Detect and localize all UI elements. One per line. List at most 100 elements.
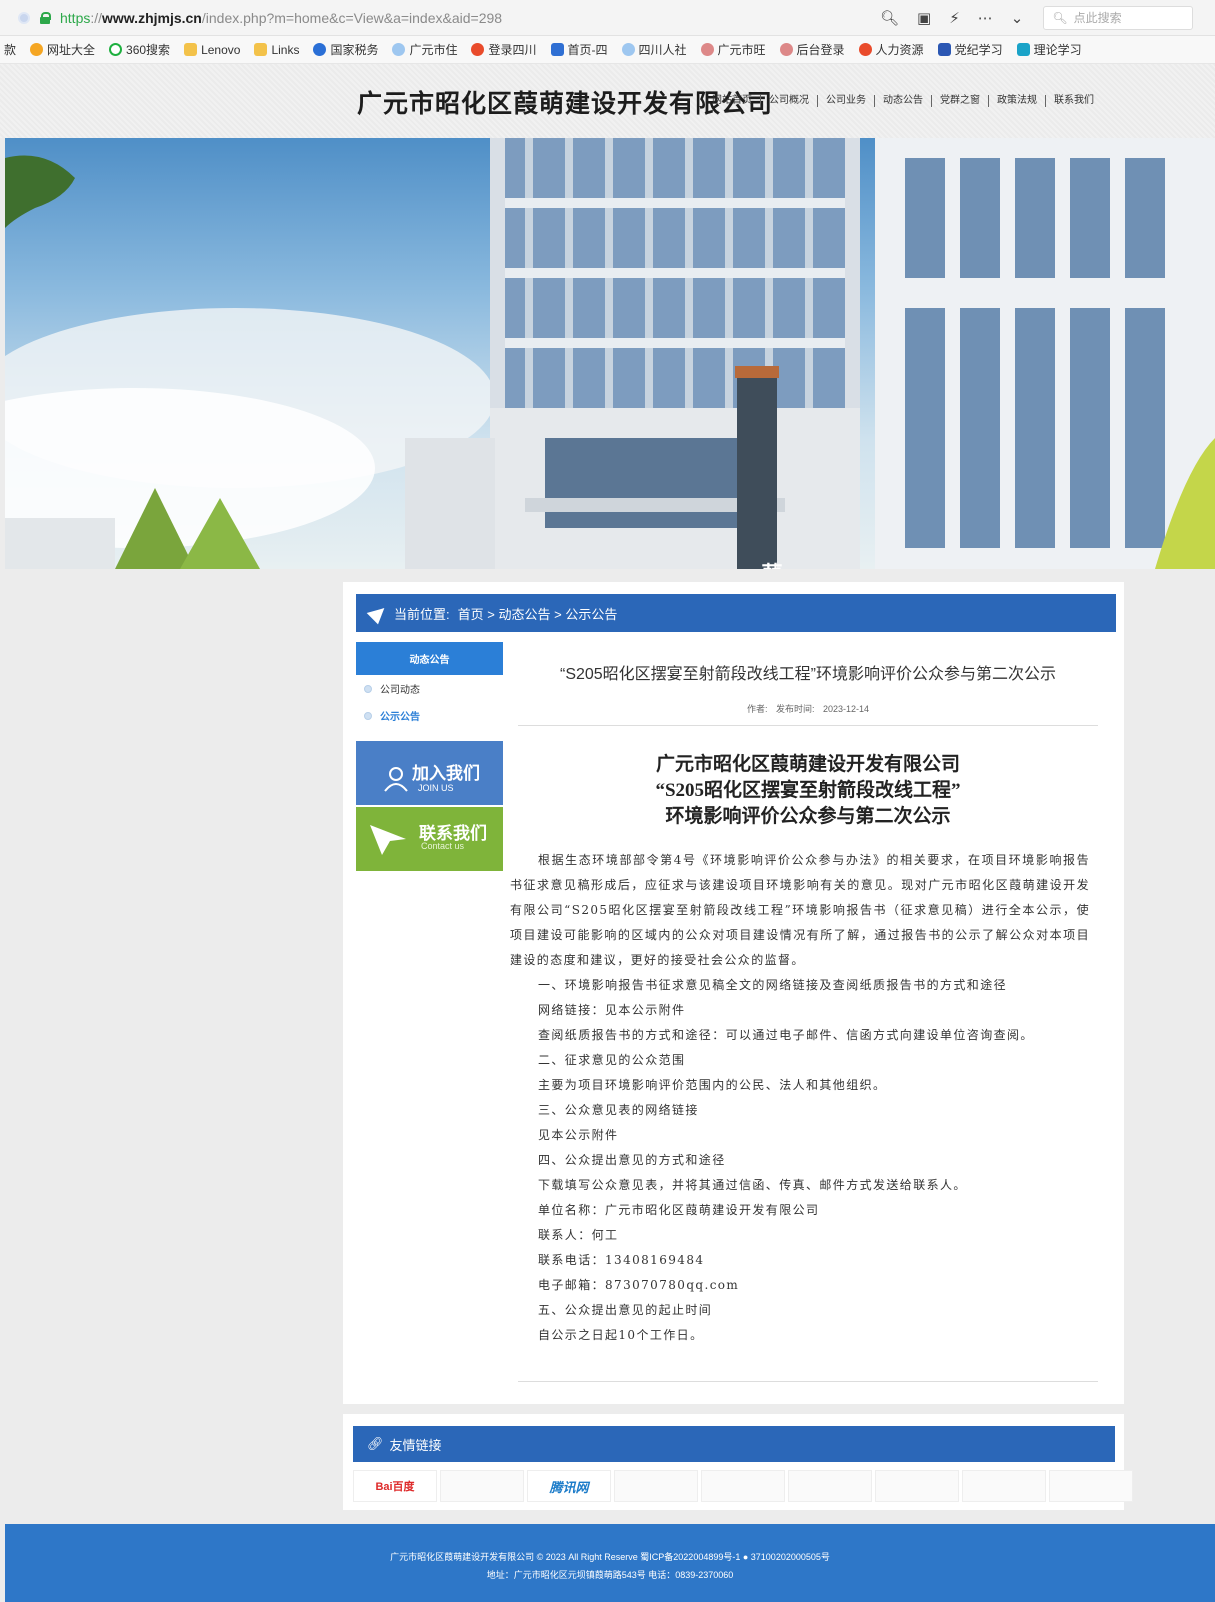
- breadcrumb-links: 首页 > 动态公告 > 公示公告: [458, 604, 618, 623]
- friendly-links-panel: 🔗︎ 友情链接 Bai百度 腾讯网: [343, 1414, 1133, 1510]
- bookmark-item[interactable]: Links: [254, 43, 299, 57]
- chevron-down-icon[interactable]: ⌄: [1011, 9, 1024, 27]
- bookmark-item[interactable]: 理论学习: [1016, 41, 1082, 58]
- breadcrumb-separator: >: [487, 606, 495, 622]
- site-title: 广元市昭化区葭萌建设开发有限公司: [357, 91, 774, 118]
- bookmark-label: Links: [271, 42, 300, 57]
- bookmark-label: 360搜索: [126, 43, 171, 57]
- site-footer: 广元市昭化区葭萌建设开发有限公司 © 2023 All Right Reserv…: [5, 1524, 1215, 1602]
- bookmark-item[interactable]: Lenovo: [184, 43, 240, 57]
- document-line: 一、环境影响报告书征求意见稿全文的网络链接及查阅纸质报告书的方式和途径: [538, 978, 1008, 992]
- building-sign: 葭 萌 大 厦: [757, 558, 787, 569]
- bookmark-item[interactable]: 款: [4, 41, 16, 58]
- bookmark-item[interactable]: 登录四川: [471, 41, 537, 58]
- document-intro: 根据生态环境部部令第4号《环境影响评价公众参与办法》的相关要求，在项目环境影响报…: [510, 853, 1090, 967]
- hero-banner: 葭 萌 大 厦: [5, 138, 1215, 569]
- baidu-link[interactable]: Bai百度: [353, 1470, 437, 1502]
- partner-link[interactable]: [440, 1470, 524, 1502]
- article-author: 作者:: [746, 704, 768, 714]
- sign-char: 葭: [757, 558, 787, 569]
- nav-news[interactable]: 动态公告: [874, 95, 931, 107]
- bookmark-item[interactable]: 国家税务: [313, 41, 378, 58]
- breadcrumb-notices[interactable]: 公示公告: [565, 607, 617, 622]
- contact-us-sublabel: Contact us: [421, 841, 465, 851]
- partner-link[interactable]: [701, 1470, 785, 1502]
- bookmark-item[interactable]: 首页-四: [550, 41, 608, 58]
- folder-icon: [184, 43, 198, 56]
- document-line: 网络链接：见本公示附件: [538, 1003, 686, 1017]
- partner-link[interactable]: [875, 1470, 959, 1502]
- document-body: 根据生态环境部部令第4号《环境影响评价公众参与办法》的相关要求，在项目环境影响报…: [510, 848, 1090, 1348]
- nav-business[interactable]: 公司业务: [817, 95, 874, 107]
- link-icon: 🔗︎: [367, 1436, 384, 1451]
- nav-party[interactable]: 党群之窗: [931, 95, 988, 107]
- partner-link[interactable]: [614, 1470, 698, 1502]
- bookmark-icon: [858, 43, 872, 56]
- building-illustration: [5, 138, 1215, 569]
- breadcrumb-news[interactable]: 动态公告: [498, 607, 550, 622]
- bookmark-label: 人力资源: [875, 43, 924, 57]
- tencent-link[interactable]: 腾讯网: [527, 1470, 611, 1502]
- breadcrumb: 当前位置: 首页 > 动态公告 > 公示公告: [356, 594, 1116, 632]
- site-info-icon[interactable]: [18, 11, 30, 24]
- article-meta: 作者: 发布时间: 2023-12-14: [518, 702, 1098, 715]
- bookmark-label: 理论学习: [1033, 43, 1082, 57]
- main-nav: 网站首页 公司概况 公司业务 动态公告 党群之窗 政策法规 联系我们: [712, 95, 1102, 107]
- folder-icon: [254, 43, 268, 56]
- browser-search-box[interactable]: 🔍︎ 点此搜索: [1043, 5, 1194, 30]
- document-line: 电子邮箱：873070780qq.com: [538, 1278, 740, 1292]
- bookmark-item[interactable]: 广元市旺: [700, 41, 766, 58]
- bookmark-icon: [109, 43, 123, 56]
- divider: [518, 1381, 1098, 1382]
- bookmark-item[interactable]: 网址大全: [30, 41, 95, 58]
- screenshot-icon[interactable]: ▣: [917, 9, 931, 27]
- breadcrumb-home[interactable]: 首页: [458, 607, 484, 622]
- more-icon[interactable]: ⋯: [978, 9, 993, 27]
- document-line: 联系电话：13408169484: [538, 1253, 705, 1267]
- bookmark-item[interactable]: 人力资源: [858, 41, 924, 58]
- document-line: 查阅纸质报告书的方式和途径：可以通过电子邮件、信函方式向建设单位咨询查阅。: [538, 1028, 1034, 1042]
- friendly-links-header: 🔗︎ 友情链接: [353, 1426, 1115, 1462]
- sidebar-item-label: 公示公告: [380, 712, 420, 723]
- breadcrumb-separator: >: [554, 606, 562, 622]
- bookmark-item[interactable]: 广元市住: [392, 41, 457, 58]
- nav-contact[interactable]: 联系我们: [1045, 95, 1102, 107]
- person-icon: [384, 767, 408, 792]
- bookmark-item[interactable]: 后台登录: [779, 41, 845, 58]
- bullet-icon: [364, 711, 372, 720]
- document-heading-line: “S205昭化区摆宴至射箭段改线工程”: [655, 780, 961, 801]
- document-line: 单位名称：广元市昭化区葭萌建设开发有限公司: [538, 1203, 820, 1217]
- partner-link[interactable]: [962, 1470, 1046, 1502]
- bullet-icon: [364, 684, 372, 693]
- bookmark-item[interactable]: 360搜索: [109, 41, 170, 58]
- bookmark-icon: [550, 43, 564, 56]
- document-line: 见本公示附件: [538, 1128, 619, 1142]
- partner-link[interactable]: [1049, 1470, 1133, 1502]
- document-line: 下载填写公众意见表，并将其通过信函、传真、邮件方式发送给联系人。: [538, 1178, 967, 1192]
- partner-link[interactable]: [788, 1470, 872, 1502]
- contact-us-button[interactable]: 联系我们 Contact us: [356, 807, 503, 871]
- document-line: 二、征求意见的公众范围: [538, 1053, 686, 1067]
- lightning-icon[interactable]: ⚡︎: [949, 9, 960, 27]
- url-field[interactable]: https://www.zhjmjs.cn/index.php?m=home&c…: [60, 10, 502, 26]
- breadcrumb-label: 当前位置:: [394, 606, 450, 622]
- nav-home[interactable]: 网站首页: [712, 95, 760, 107]
- sidebar-item-notices[interactable]: 公示公告: [356, 702, 503, 729]
- bookmark-item[interactable]: 四川人社: [621, 41, 687, 58]
- bookmark-item[interactable]: 党纪学习: [937, 41, 1003, 58]
- friendly-links-title: 友情链接: [389, 1437, 442, 1453]
- nav-about[interactable]: 公司概况: [760, 95, 817, 107]
- bookmark-label: 后台登录: [796, 43, 845, 57]
- footer-address: 地址：广元市昭化区元坝镇葭萌路543号 电话：0839-2370060: [486, 1570, 734, 1580]
- bookmark-label: 款: [4, 43, 17, 57]
- bookmark-icon: [621, 43, 635, 56]
- sidebar-item-company-news[interactable]: 公司动态: [356, 675, 503, 702]
- search-icon: 🔍︎: [1052, 10, 1068, 25]
- bookmark-label: 首页-四: [567, 43, 608, 57]
- zoom-icon[interactable]: 🔍︎: [880, 9, 899, 27]
- join-us-button[interactable]: 加入我们 JOIN US: [356, 741, 503, 805]
- content-panel: 当前位置: 首页 > 动态公告 > 公示公告 动态公告 公司动态 公示公告 加入…: [343, 582, 1124, 1404]
- nav-policy[interactable]: 政策法规: [988, 95, 1045, 107]
- document-heading-line: 广元市昭化区葭萌建设开发有限公司: [655, 754, 960, 775]
- url-separator: ://: [90, 9, 103, 26]
